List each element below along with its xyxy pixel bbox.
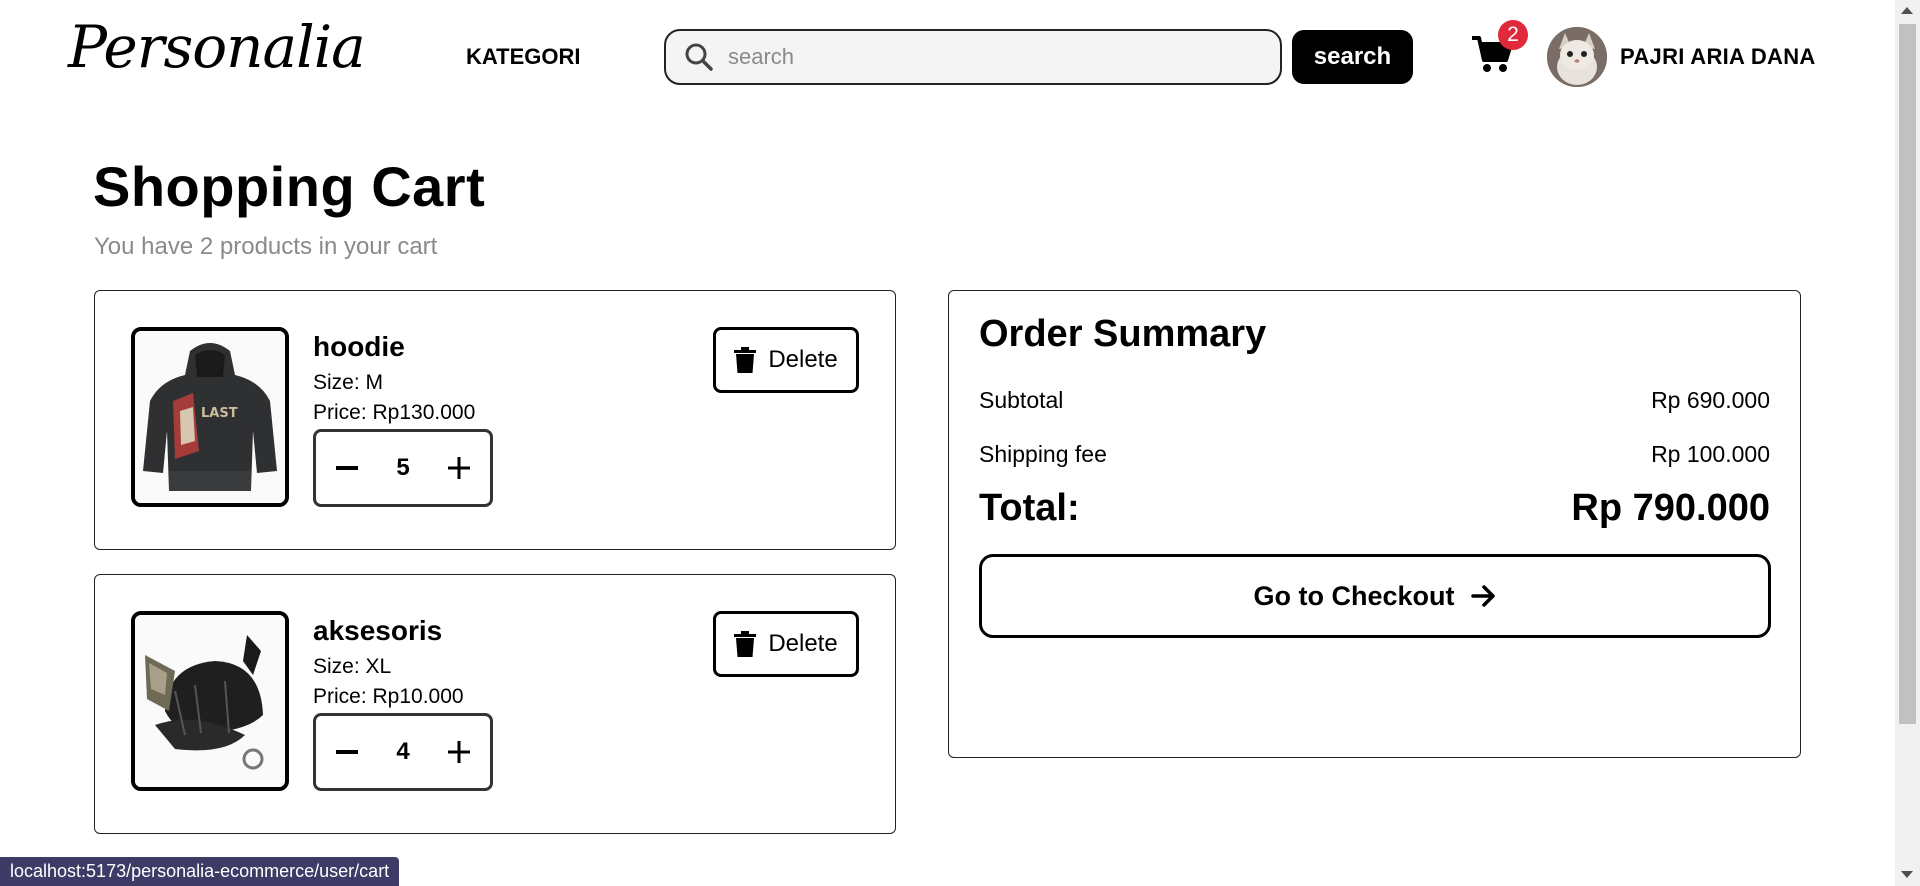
product-image-aksesoris	[131, 611, 289, 791]
total-row: Total: Rp 790.000	[979, 487, 1770, 530]
quantity-stepper: 4	[313, 713, 493, 791]
increase-quantity-button[interactable]	[444, 453, 474, 483]
logo[interactable]: Personalia	[68, 18, 366, 76]
increase-quantity-button[interactable]	[444, 737, 474, 767]
order-summary: Order Summary Subtotal Rp 690.000 Shippi…	[948, 290, 1801, 758]
delete-label: Delete	[768, 630, 838, 657]
plus-icon	[447, 457, 470, 479]
minus-icon	[336, 466, 358, 470]
total-value: Rp 790.000	[1571, 487, 1770, 529]
item-name: aksesoris	[313, 615, 443, 646]
subtotal-value: Rp 690.000	[1651, 387, 1770, 413]
cart-count-text: You have 2 products in your cart	[94, 233, 438, 260]
shipping-label: Shipping fee	[979, 441, 1107, 467]
scroll-thumb[interactable]	[1899, 24, 1916, 724]
total-label: Total:	[979, 487, 1080, 529]
item-price: Price: Rp10.000	[313, 685, 464, 708]
avatar-image	[1547, 27, 1607, 87]
search-icon	[685, 43, 713, 71]
nav-kategori-link[interactable]: KATEGORI	[466, 44, 580, 70]
trash-icon	[734, 631, 757, 657]
decrease-quantity-button[interactable]	[332, 453, 362, 483]
order-summary-title: Order Summary	[979, 313, 1267, 355]
quantity-stepper: 5	[313, 429, 493, 507]
delete-label: Delete	[768, 346, 838, 373]
status-bar-url: localhost:5173/personalia-ecommerce/user…	[0, 857, 400, 886]
checkout-label: Go to Checkout	[1253, 580, 1455, 611]
cart-item: aksesoris Size: XL Price: Rp10.000 4 Del…	[94, 574, 896, 834]
avatar[interactable]	[1547, 27, 1607, 87]
product-image-hoodie: LAST	[131, 327, 289, 507]
quantity-value: 4	[396, 738, 410, 765]
quantity-value: 5	[396, 454, 410, 481]
shipping-row: Shipping fee Rp 100.000	[979, 441, 1770, 468]
subtotal-row: Subtotal Rp 690.000	[979, 387, 1770, 414]
trash-icon	[734, 347, 757, 373]
search-button[interactable]: search	[1292, 30, 1413, 84]
item-price: Price: Rp130.000	[313, 401, 476, 424]
item-name: hoodie	[313, 331, 405, 362]
item-size: Size: XL	[313, 655, 392, 678]
item-size: Size: M	[313, 371, 384, 394]
decrease-quantity-button[interactable]	[332, 737, 362, 767]
page: Personalia KATEGORI search 2 PAJRI ARI	[0, 0, 1920, 886]
vertical-scrollbar[interactable]	[1895, 0, 1920, 886]
minus-icon	[336, 750, 358, 754]
svg-text:LAST: LAST	[201, 406, 238, 421]
arrow-right-icon	[1470, 585, 1495, 607]
page-title: Shopping Cart	[93, 155, 486, 218]
user-name[interactable]: PAJRI ARIA DANA	[1620, 44, 1816, 70]
checkout-button[interactable]: Go to Checkout	[979, 554, 1771, 638]
scroll-up-arrow[interactable]	[1901, 7, 1913, 14]
search-box	[664, 29, 1282, 85]
plus-icon	[447, 741, 470, 763]
search-input[interactable]	[728, 44, 1248, 70]
shipping-value: Rp 100.000	[1651, 441, 1770, 467]
cart-item: LAST hoodie Size: M Price: Rp130.000 5 D…	[94, 290, 896, 550]
delete-button[interactable]: Delete	[713, 611, 859, 677]
scroll-down-arrow[interactable]	[1901, 871, 1913, 878]
subtotal-label: Subtotal	[979, 387, 1064, 413]
cart-count-badge: 2	[1498, 20, 1528, 50]
delete-button[interactable]: Delete	[713, 327, 859, 393]
